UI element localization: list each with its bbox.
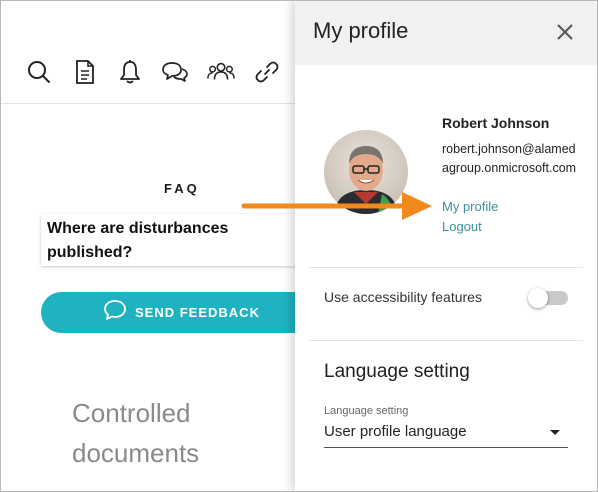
- language-select-label: Language setting: [324, 405, 409, 417]
- avatar: [324, 130, 408, 214]
- accessibility-label: Use accessibility features: [324, 289, 482, 305]
- controlled-documents-heading: Controlled documents: [72, 398, 200, 468]
- language-select-value: User profile language: [324, 423, 467, 440]
- main-app-area: FAQ Where are disturbances published? SE…: [0, 0, 331, 492]
- panel-title: My profile: [313, 18, 409, 43]
- link-icon[interactable]: [252, 57, 282, 87]
- faq-title: FAQ: [164, 181, 200, 196]
- faq-question-text: Where are disturbances published?: [47, 220, 229, 261]
- close-icon: [557, 24, 573, 40]
- logout-link[interactable]: Logout: [442, 219, 482, 234]
- search-icon[interactable]: [24, 57, 54, 87]
- toolbar-divider: [0, 103, 300, 104]
- panel-header: My profile: [295, 0, 598, 65]
- faq-question-card[interactable]: Where are disturbances published?: [41, 214, 296, 266]
- document-icon[interactable]: [70, 57, 100, 87]
- toggle-knob: [528, 288, 548, 308]
- user-email: robert.johnson@alamedagroup.onmicrosoft.…: [442, 142, 577, 175]
- people-icon[interactable]: [206, 57, 236, 87]
- language-heading: Language setting: [324, 361, 470, 382]
- caret-down-icon: [550, 430, 560, 435]
- top-toolbar: [0, 55, 300, 95]
- language-select[interactable]: User profile language: [324, 421, 568, 448]
- bell-icon[interactable]: [115, 57, 145, 87]
- chat-icon[interactable]: [160, 57, 190, 87]
- profile-panel: My profile Robert Johnson robert.johnson…: [295, 0, 598, 492]
- speech-bubble-icon: [103, 299, 127, 326]
- my-profile-link[interactable]: My profile: [442, 199, 498, 214]
- close-button[interactable]: [553, 20, 577, 44]
- send-feedback-label: SEND FEEDBACK: [135, 305, 260, 320]
- divider: [309, 267, 583, 268]
- accessibility-toggle[interactable]: [528, 288, 568, 308]
- send-feedback-button[interactable]: SEND FEEDBACK: [41, 292, 331, 333]
- user-name: Robert Johnson: [442, 115, 550, 131]
- divider: [309, 340, 583, 341]
